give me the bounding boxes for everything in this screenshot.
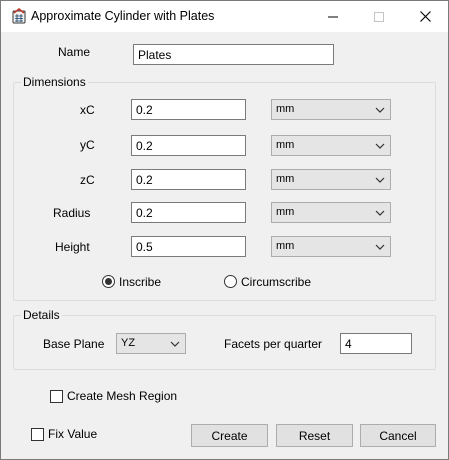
create-mesh-region-label: Create Mesh Region (67, 389, 178, 403)
height-input[interactable] (131, 236, 246, 257)
name-input[interactable] (133, 44, 334, 65)
radius-label: Radius (53, 206, 91, 220)
title-bar[interactable]: Approximate Cylinder with Plates (1, 1, 448, 32)
facets-label: Facets per quarter (224, 337, 323, 351)
zc-input[interactable] (131, 169, 246, 190)
yc-unit-select[interactable]: mm (271, 135, 391, 156)
inscribe-radio[interactable] (102, 275, 115, 288)
dialog-window: Approximate Cylinder with Plates Name Di… (0, 0, 449, 460)
circumscribe-label: Circumscribe (241, 275, 312, 289)
radius-unit-value: mm (276, 206, 295, 218)
minimize-icon (328, 16, 338, 17)
fix-value-label: Fix Value (48, 427, 98, 441)
base-plane-label: Base Plane (43, 337, 105, 351)
yc-input[interactable] (131, 135, 246, 156)
create-button[interactable]: Create (191, 424, 268, 447)
chevron-down-icon (375, 244, 385, 250)
xc-input[interactable] (131, 99, 246, 120)
cancel-button[interactable]: Cancel (360, 424, 436, 447)
chevron-down-icon (375, 143, 385, 149)
close-icon (419, 11, 431, 22)
facets-input[interactable] (340, 333, 412, 354)
height-unit-select[interactable]: mm (271, 236, 391, 257)
yc-label: yC (80, 138, 95, 152)
window-title: Approximate Cylinder with Plates (31, 9, 215, 23)
chevron-down-icon (375, 107, 385, 113)
circumscribe-radio[interactable] (224, 275, 237, 288)
chevron-down-icon (170, 341, 180, 347)
zc-label: zC (80, 173, 95, 187)
app-icon (12, 8, 26, 24)
fix-value-checkbox[interactable] (31, 428, 44, 441)
create-mesh-region-checkbox[interactable] (50, 390, 63, 403)
xc-unit-value: mm (276, 103, 295, 115)
zc-unit-value: mm (276, 173, 295, 185)
height-label: Height (55, 240, 90, 254)
chevron-down-icon (375, 210, 385, 216)
xc-unit-select[interactable]: mm (271, 99, 391, 120)
zc-unit-select[interactable]: mm (271, 169, 391, 190)
chevron-down-icon (375, 177, 385, 183)
reset-button[interactable]: Reset (276, 424, 353, 447)
xc-label: xC (80, 103, 95, 117)
close-button[interactable] (402, 1, 448, 32)
radius-input[interactable] (131, 202, 246, 223)
details-group-title: Details (21, 308, 62, 322)
base-plane-select[interactable]: YZ (116, 333, 186, 354)
radius-unit-select[interactable]: mm (271, 202, 391, 223)
inscribe-label: Inscribe (119, 275, 162, 289)
name-label: Name (58, 45, 91, 59)
dimensions-group-title: Dimensions (21, 75, 88, 89)
maximize-icon (374, 11, 384, 22)
height-unit-value: mm (276, 240, 295, 252)
minimize-button[interactable] (310, 1, 356, 32)
yc-unit-value: mm (276, 139, 295, 151)
base-plane-value: YZ (121, 337, 136, 349)
maximize-button[interactable] (356, 1, 402, 32)
